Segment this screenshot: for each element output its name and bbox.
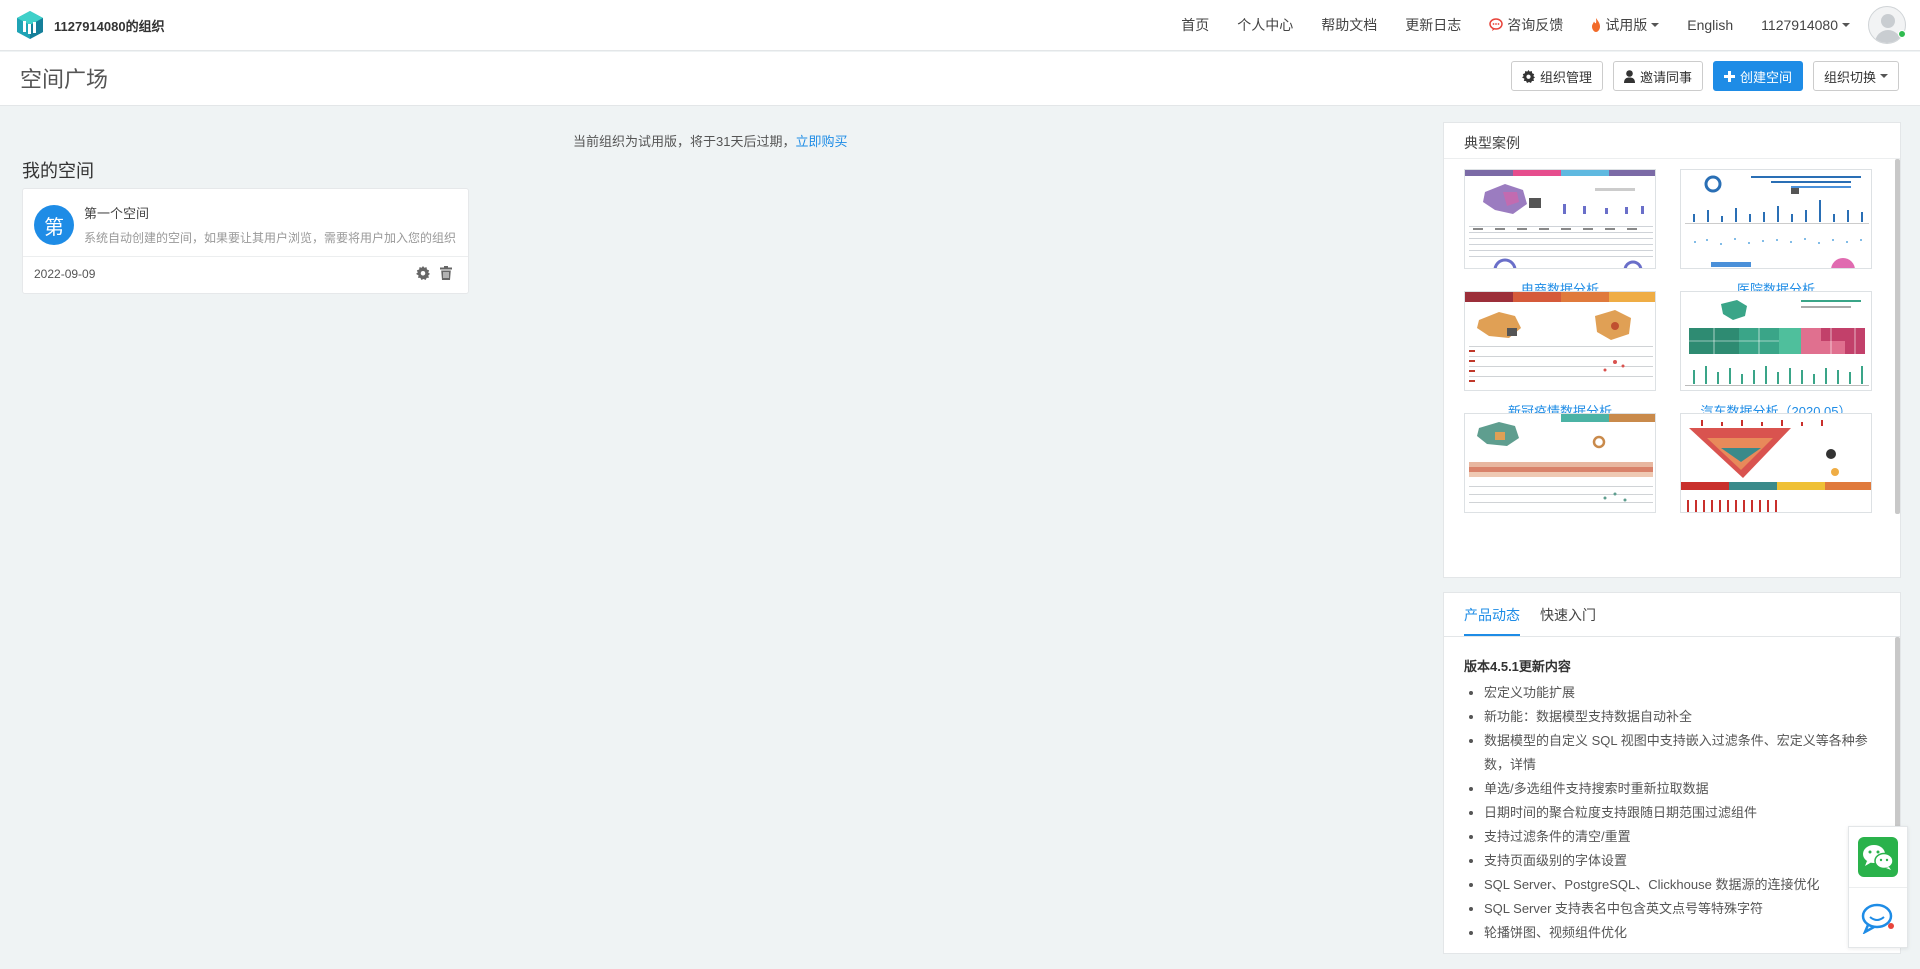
plus-icon	[1723, 70, 1735, 82]
case-thumbnail[interactable]	[1680, 169, 1872, 269]
list-item: 支持过滤条件的清空/重置	[1484, 825, 1884, 849]
list-item: SQL Server 支持表名中包含英文点号等特殊字符	[1484, 897, 1884, 921]
nav-profile[interactable]: 个人中心	[1223, 0, 1307, 50]
nav-trial-dropdown[interactable]: 试用版	[1577, 0, 1673, 50]
news-list: 宏定义功能扩展 新功能：数据模型支持数据自动补全 数据模型的自定义 SQL 视图…	[1484, 681, 1884, 945]
list-item: SQL Server、PostgreSQL、Clickhouse 数据源的连接优…	[1484, 873, 1884, 897]
logo-icon	[17, 11, 43, 39]
list-item: 数据模型的自定义 SQL 视图中支持嵌入过滤条件、宏定义等各种参数，详情	[1484, 729, 1884, 777]
gear-icon	[1521, 69, 1535, 83]
case-thumbnail[interactable]	[1680, 413, 1872, 513]
list-item: 支持页面级别的字体设置	[1484, 849, 1884, 873]
wechat-button[interactable]	[1849, 827, 1907, 887]
space-name[interactable]: 第一个空间	[84, 203, 149, 222]
cases-title: 典型案例	[1464, 135, 1520, 151]
news-tabs: 产品动态 快速入门	[1464, 593, 1596, 636]
user-avatar[interactable]	[1864, 6, 1914, 44]
case-card[interactable]	[1464, 413, 1656, 523]
space-date: 2022-09-09	[34, 267, 96, 281]
buy-now-link[interactable]: 立即购买	[795, 134, 847, 149]
space-description: 系统自动创建的空间，如果要让其用户浏览，需要将用户加入您的组织	[84, 231, 456, 245]
list-item: 宏定义功能扩展	[1484, 681, 1884, 705]
trial-notice-text: 当前组织为试用版，将于31天后过期，	[573, 134, 796, 149]
page-header: 空间广场 组织管理 邀请同事 创建空间 组织切换	[0, 52, 1920, 106]
case-thumbnail[interactable]	[1680, 291, 1872, 391]
space-avatar: 第	[34, 205, 74, 245]
org-manage-label: 组织管理	[1539, 69, 1592, 85]
trash-icon[interactable]	[440, 266, 454, 280]
fire-icon	[1591, 18, 1601, 32]
invite-label: 邀请同事	[1639, 69, 1692, 85]
cases-scrollbar[interactable]	[1895, 159, 1900, 514]
space-card-tools	[416, 266, 454, 280]
header-actions: 组织管理 邀请同事 创建空间 组织切换	[1510, 61, 1899, 91]
case-card[interactable]: 医院数据分析	[1680, 169, 1872, 298]
list-item: 新功能：数据模型支持数据自动补全	[1484, 705, 1884, 729]
chat-icon	[1861, 903, 1894, 934]
divider	[1444, 158, 1900, 159]
nav-language[interactable]: English	[1673, 0, 1747, 50]
tab-product-updates[interactable]: 产品动态	[1464, 593, 1520, 636]
floating-contact	[1848, 826, 1908, 948]
my-spaces-title: 我的空间	[22, 161, 94, 181]
case-thumbnail[interactable]	[1464, 169, 1656, 269]
list-item: 单选/多选组件支持搜索时重新拉取数据	[1484, 777, 1884, 801]
space-card[interactable]: 第 第一个空间 系统自动创建的空间，如果要让其用户浏览，需要将用户加入您的组织 …	[22, 188, 469, 294]
switch-org-dropdown[interactable]: 组织切换	[1812, 61, 1899, 91]
invite-button[interactable]: 邀请同事	[1612, 61, 1703, 91]
avatar-icon	[1868, 6, 1906, 44]
online-status-dot	[1898, 30, 1906, 38]
gear-icon[interactable]	[416, 266, 430, 280]
case-card[interactable]: 汽车数据分析（2020.05）	[1680, 291, 1872, 420]
switch-org-label: 组织切换	[1823, 69, 1876, 85]
nav-changelog[interactable]: 更新日志	[1391, 0, 1475, 50]
version-title: 版本4.5.1更新内容	[1464, 659, 1571, 674]
nav-trial-label: 试用版	[1605, 17, 1648, 33]
org-name: 1127914080的组织	[54, 18, 165, 34]
nav-feedback-label: 咨询反馈	[1507, 17, 1564, 33]
chat-bubble-icon	[1489, 18, 1503, 32]
user-icon	[1623, 69, 1635, 83]
case-thumbnail[interactable]	[1464, 291, 1656, 391]
case-card[interactable]: 新冠疫情数据分析	[1464, 291, 1656, 420]
space-card-body: 第 第一个空间 系统自动创建的空间，如果要让其用户浏览，需要将用户加入您的组织	[23, 189, 468, 257]
trial-notice: 当前组织为试用版，将于31天后过期，立即购买	[573, 131, 847, 150]
org-manage-button[interactable]: 组织管理	[1510, 61, 1603, 91]
list-item: 轮播饼图、视频组件优化	[1484, 921, 1884, 945]
nav-feedback[interactable]: 咨询反馈	[1475, 0, 1577, 50]
user-name: 1127914080	[1761, 17, 1838, 33]
main-nav: 首页 个人中心 帮助文档 更新日志 咨询反馈 试用版 English 11279…	[1167, 0, 1914, 50]
case-thumbnail[interactable]	[1464, 413, 1656, 513]
chevron-down-icon	[1651, 23, 1660, 27]
list-item: 日期时间的聚合粒度支持跟随日期范围过滤组件	[1484, 801, 1884, 825]
nav-help[interactable]: 帮助文档	[1307, 0, 1391, 50]
nav-home[interactable]: 首页	[1167, 0, 1223, 50]
top-navbar: 1127914080的组织 首页 个人中心 帮助文档 更新日志 咨询反馈 试用版	[0, 0, 1920, 51]
cases-panel: 典型案例 电商数据分析 医院数据分析 新冠疫情数据分析 汽车数据分析（2020.…	[1443, 122, 1901, 578]
divider	[1444, 636, 1900, 637]
brand[interactable]: 1127914080的组织	[16, 10, 165, 40]
nav-user-dropdown[interactable]: 1127914080	[1747, 0, 1864, 50]
case-card[interactable]: 电商数据分析	[1464, 169, 1656, 298]
case-card[interactable]	[1680, 413, 1872, 523]
news-panel: 产品动态 快速入门 版本4.5.1更新内容 宏定义功能扩展 新功能：数据模型支持…	[1443, 592, 1901, 954]
create-space-label: 创建空间	[1739, 69, 1792, 85]
online-chat-button[interactable]	[1849, 887, 1907, 947]
create-space-button[interactable]: 创建空间	[1712, 61, 1803, 91]
chevron-down-icon	[1880, 74, 1888, 78]
tab-quick-start[interactable]: 快速入门	[1540, 593, 1596, 636]
wechat-icon	[1858, 837, 1898, 877]
chevron-down-icon	[1842, 23, 1850, 27]
page-title: 空间广场	[20, 67, 109, 92]
cases-grid: 电商数据分析 医院数据分析 新冠疫情数据分析 汽车数据分析（2020.05）	[1464, 169, 1884, 573]
